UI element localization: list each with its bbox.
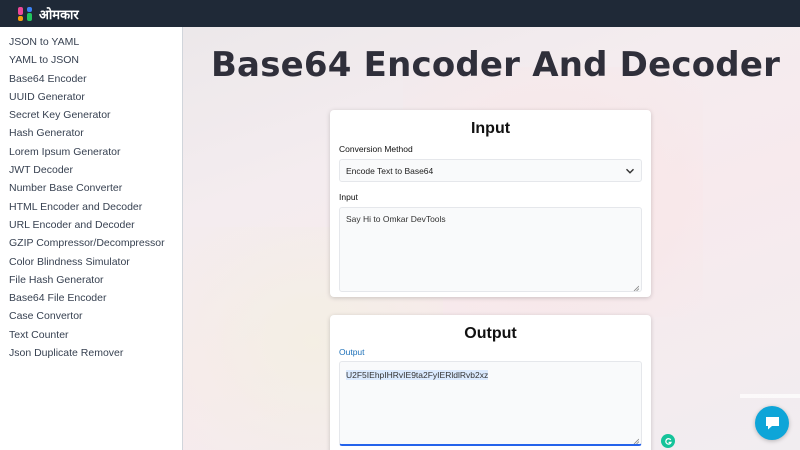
sidebar-item-url-encoder-decoder[interactable]: URL Encoder and Decoder bbox=[0, 216, 182, 234]
conversion-method-value: Encode Text to Base64 bbox=[346, 165, 434, 176]
sidebar-item-base64-encoder[interactable]: Base64 Encoder bbox=[0, 70, 182, 88]
sidebar: JSON to YAML YAML to JSON Base64 Encoder… bbox=[0, 27, 183, 450]
input-label: Input bbox=[339, 192, 358, 202]
sidebar-item-json-to-yaml[interactable]: JSON to YAML bbox=[0, 33, 182, 51]
sidebar-item-jwt-decoder[interactable]: JWT Decoder bbox=[0, 161, 182, 179]
sidebar-item-text-counter[interactable]: Text Counter bbox=[0, 326, 182, 344]
sidebar-item-yaml-to-json[interactable]: YAML to JSON bbox=[0, 51, 182, 69]
main-content: Base64 Encoder And Decoder Input Convers… bbox=[183, 27, 800, 450]
sidebar-item-base64-file-encoder[interactable]: Base64 File Encoder bbox=[0, 289, 182, 307]
input-card: Input Conversion Method Encode Text to B… bbox=[330, 110, 651, 297]
output-card: Output Output U2F5IEhpIHRvIE9ta2FyIERldl… bbox=[330, 315, 651, 450]
sidebar-item-color-blindness-simulator[interactable]: Color Blindness Simulator bbox=[0, 253, 182, 271]
conversion-method-select[interactable]: Encode Text to Base64 bbox=[339, 159, 642, 182]
sidebar-item-uuid-generator[interactable]: UUID Generator bbox=[0, 88, 182, 106]
sidebar-item-lorem-ipsum-generator[interactable]: Lorem Ipsum Generator bbox=[0, 143, 182, 161]
resize-handle-icon[interactable] bbox=[633, 436, 640, 445]
logo-icon[interactable] bbox=[18, 6, 32, 21]
input-card-heading: Input bbox=[470, 120, 511, 137]
sidebar-item-number-base-converter[interactable]: Number Base Converter bbox=[0, 179, 182, 197]
output-text: U2F5IEhpIHRvIE9ta2FyIERldlRvb2xz bbox=[346, 370, 489, 380]
resize-handle-icon[interactable] bbox=[633, 283, 640, 292]
input-textarea[interactable]: Say Hi to Omkar DevTools bbox=[339, 207, 642, 292]
top-bar: ओमकार bbox=[0, 0, 800, 27]
sidebar-item-secret-key-generator[interactable]: Secret Key Generator bbox=[0, 106, 182, 124]
grammarly-icon[interactable] bbox=[661, 434, 675, 448]
chat-launcher-backdrop bbox=[740, 394, 800, 398]
sidebar-item-hash-generator[interactable]: Hash Generator bbox=[0, 124, 182, 142]
sidebar-item-html-encoder-decoder[interactable]: HTML Encoder and Decoder bbox=[0, 198, 182, 216]
sidebar-item-gzip-compressor[interactable]: GZIP Compressor/Decompressor bbox=[0, 234, 182, 252]
output-card-heading: Output bbox=[464, 325, 517, 342]
sidebar-item-json-duplicate-remover[interactable]: Json Duplicate Remover bbox=[0, 344, 182, 362]
chevron-down-icon bbox=[624, 165, 635, 176]
chat-bubble-icon[interactable] bbox=[755, 406, 789, 440]
sidebar-item-case-convertor[interactable]: Case Convertor bbox=[0, 307, 182, 325]
sidebar-item-file-hash-generator[interactable]: File Hash Generator bbox=[0, 271, 182, 289]
output-textarea[interactable]: U2F5IEhpIHRvIE9ta2FyIERldlRvb2xz bbox=[339, 361, 642, 446]
input-text: Say Hi to Omkar DevTools bbox=[346, 214, 446, 224]
brand-name[interactable]: ओमकार bbox=[39, 5, 79, 23]
output-label: Output bbox=[339, 347, 365, 357]
conversion-method-label: Conversion Method bbox=[339, 144, 413, 154]
page-title: Base64 Encoder And Decoder bbox=[210, 45, 781, 85]
